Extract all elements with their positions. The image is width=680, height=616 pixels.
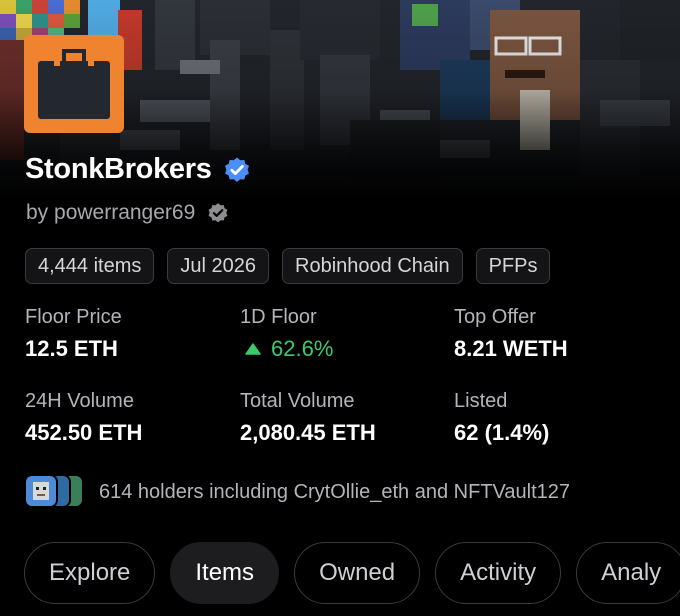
stat-24h-volume: 24H Volume 452.50 ETH [25,389,142,447]
stat-label: Top Offer [454,306,536,328]
stat-value: 62.6% [271,336,334,361]
stat-value: 62 (1.4%) [454,420,550,445]
stat-1d-floor: 1D Floor 62.6% [240,305,333,363]
tab-owned[interactable]: Owned [294,542,421,604]
stat-floor-price: Floor Price 12.5 ETH [25,305,122,363]
tag-chain[interactable]: Robinhood Chain [282,248,463,284]
stat-value: 2,080.45 ETH [240,420,376,445]
tab-activity[interactable]: Activity [435,542,562,604]
stat-label: 1D Floor [240,306,317,328]
triangle-up-icon [245,343,261,355]
tab-analytics[interactable]: Analy [576,542,680,604]
stat-total-volume: Total Volume 2,080.45 ETH [240,389,376,447]
stat-label: Total Volume [240,390,355,412]
creator-name[interactable]: by powerranger69 [26,201,195,225]
tab-items[interactable]: Items [170,542,280,604]
pixel-face-icon [33,482,49,500]
briefcase-latch [88,61,94,66]
collection-avatar[interactable] [24,35,124,133]
collection-name: StonkBrokers [25,153,212,185]
verified-badge-icon [224,157,249,182]
creator-badge-icon [208,203,228,223]
holders-row[interactable]: 614 holders including CrytOllie_eth and … [24,474,570,510]
stat-value: 452.50 ETH [25,420,143,445]
stat-listed: Listed 62 (1.4%) [454,389,549,447]
stat-value-change: 62.6% [240,335,333,363]
stat-top-offer: Top Offer 8.21 WETH [454,305,568,363]
collection-tags: 4,444 items Jul 2026 Robinhood Chain PFP… [25,248,551,284]
briefcase-body [38,61,110,119]
holder-avatar [24,474,58,508]
holder-avatar-stack [24,474,86,510]
tab-explore[interactable]: Explore [24,542,156,604]
tag-category[interactable]: PFPs [475,248,551,284]
stat-value: 12.5 ETH [25,336,118,361]
holders-summary: 614 holders including CrytOllie_eth and … [99,480,571,503]
stat-label: 24H Volume [25,390,134,412]
stat-value: 8.21 WETH [454,336,568,361]
briefcase-latch [54,61,60,66]
stat-label: Listed [454,390,508,412]
collection-title-row: StonkBrokers [25,153,251,186]
collection-tabs: Explore Items Owned Activity Analy [24,542,680,604]
tag-date[interactable]: Jul 2026 [167,248,270,284]
creator-row[interactable]: by powerranger69 [26,201,229,225]
stat-label: Floor Price [25,306,122,328]
tag-items-count[interactable]: 4,444 items [25,248,155,284]
